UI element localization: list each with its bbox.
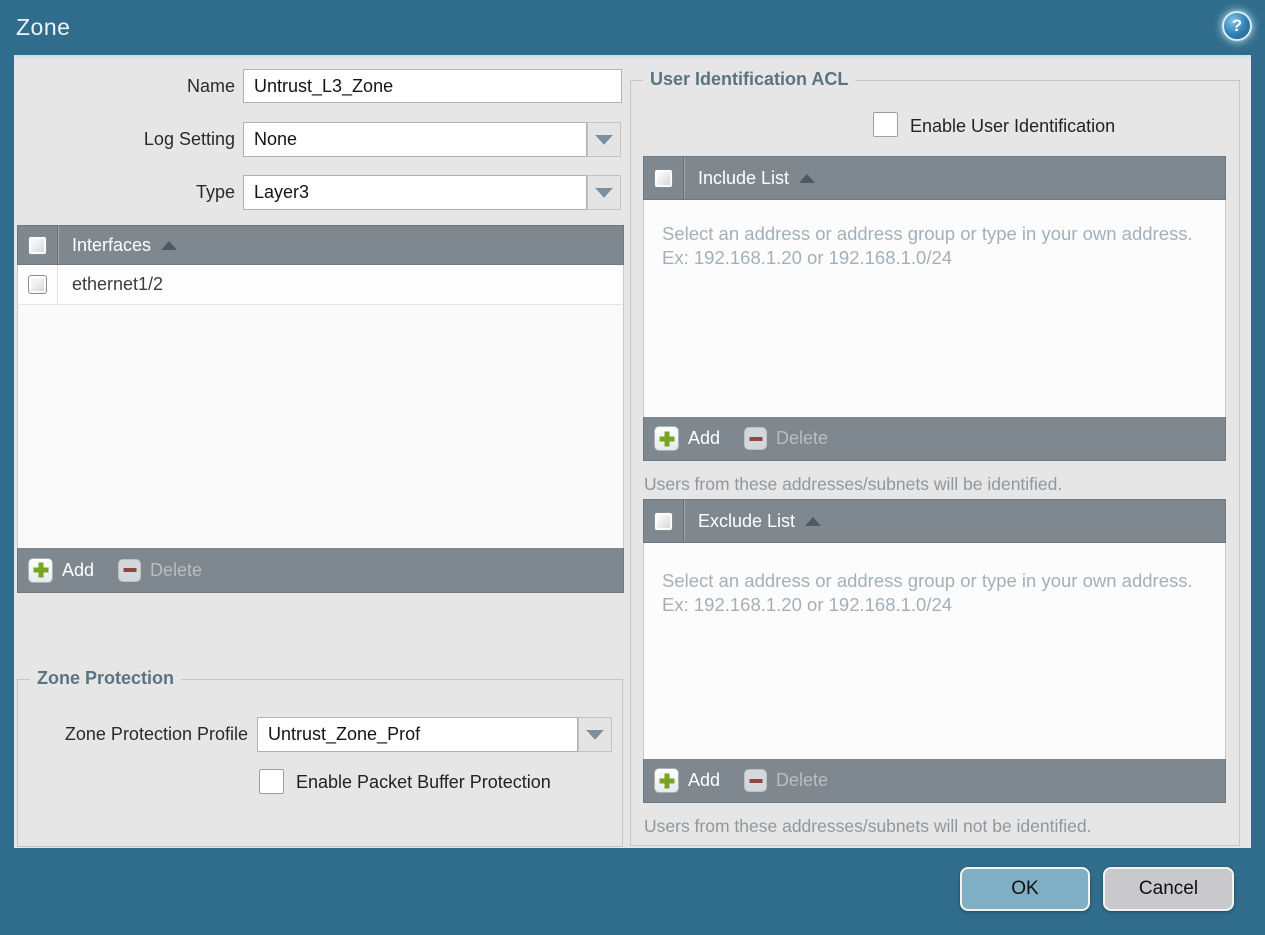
ok-button[interactable]: OK	[960, 867, 1090, 911]
packet-buffer-protection-label: Enable Packet Buffer Protection	[296, 772, 551, 792]
exclude-select-all-checkbox[interactable]	[654, 511, 673, 531]
interface-row-checkbox[interactable]	[28, 275, 47, 294]
sort-asc-icon	[161, 240, 178, 250]
zone-dialog: Zone ? Name Log Setting None Type Layer3…	[0, 0, 1265, 935]
minus-icon	[744, 427, 768, 450]
interfaces-table-header[interactable]: Interfaces	[17, 225, 624, 265]
zone-protection-profile-select[interactable]: Untrust_Zone_Prof	[257, 717, 578, 752]
exclude-delete-button: Delete	[744, 769, 828, 792]
plus-icon	[28, 557, 53, 583]
dialog-title: Zone	[16, 14, 71, 40]
packet-buffer-protection-checkbox[interactable]	[259, 769, 284, 794]
interfaces-add-button[interactable]: Add	[28, 557, 94, 583]
interfaces-table-body	[17, 305, 624, 548]
include-list-header[interactable]: Include List	[643, 156, 1226, 200]
plus-icon	[654, 768, 679, 793]
include-list-column-header[interactable]: Include List	[698, 168, 789, 189]
exclude-list-footer: Add Delete	[643, 759, 1226, 803]
interface-name: ethernet1/2	[72, 274, 164, 294]
zone-protection-group: Zone Protection Zone Protection Profile …	[17, 668, 623, 847]
minus-icon	[744, 769, 768, 792]
exclude-list-caption: Users from these addresses/subnets will …	[644, 816, 1092, 836]
type-dropdown-arrow-icon[interactable]	[587, 175, 621, 210]
interfaces-column-header[interactable]: Interfaces	[72, 235, 151, 256]
log-setting-select[interactable]: None	[243, 122, 587, 157]
exclude-add-button[interactable]: Add	[654, 768, 720, 793]
type-label: Type	[195, 182, 235, 202]
exclude-list-body: Select an address or address group or ty…	[643, 543, 1226, 759]
help-icon[interactable]: ?	[1222, 11, 1252, 41]
user-identification-acl-group: User Identification ACL Enable User Iden…	[630, 69, 1240, 846]
zone-protection-profile-label: Zone Protection Profile	[64, 724, 248, 744]
include-list-placeholder: Select an address or address group or ty…	[662, 223, 1193, 269]
sort-asc-icon	[805, 516, 822, 526]
include-select-all-checkbox[interactable]	[654, 168, 673, 188]
exclude-list-header[interactable]: Exclude List	[643, 499, 1226, 543]
interfaces-select-all-checkbox[interactable]	[28, 235, 47, 255]
include-list-body: Select an address or address group or ty…	[643, 200, 1226, 417]
include-add-button[interactable]: Add	[654, 426, 720, 451]
log-setting-dropdown-arrow-icon[interactable]	[587, 122, 621, 157]
include-delete-button: Delete	[744, 427, 828, 450]
table-row[interactable]: ethernet1/2	[17, 265, 624, 305]
zone-protection-profile-dropdown-arrow-icon[interactable]	[578, 717, 612, 752]
name-label: Name	[186, 76, 235, 96]
minus-icon	[118, 558, 142, 582]
interfaces-table-footer: Add Delete	[17, 548, 624, 593]
enable-user-identification-label: Enable User Identification	[910, 116, 1116, 136]
exclude-list-placeholder: Select an address or address group or ty…	[662, 570, 1193, 616]
interfaces-delete-button: Delete	[118, 558, 202, 582]
exclude-list-column-header[interactable]: Exclude List	[698, 511, 795, 532]
type-select[interactable]: Layer3	[243, 175, 587, 210]
zone-protection-legend: Zone Protection	[30, 668, 182, 689]
cancel-button[interactable]: Cancel	[1103, 867, 1234, 911]
plus-icon	[654, 426, 679, 451]
include-list-footer: Add Delete	[643, 417, 1226, 461]
include-list-caption: Users from these addresses/subnets will …	[644, 474, 1063, 494]
user-identification-acl-legend: User Identification ACL	[643, 69, 856, 90]
log-setting-label: Log Setting	[143, 129, 235, 149]
enable-user-identification-checkbox[interactable]	[873, 112, 898, 137]
sort-asc-icon	[799, 173, 816, 183]
name-input[interactable]	[243, 69, 622, 103]
dialog-body: Name Log Setting None Type Layer3 Interf…	[14, 55, 1251, 848]
